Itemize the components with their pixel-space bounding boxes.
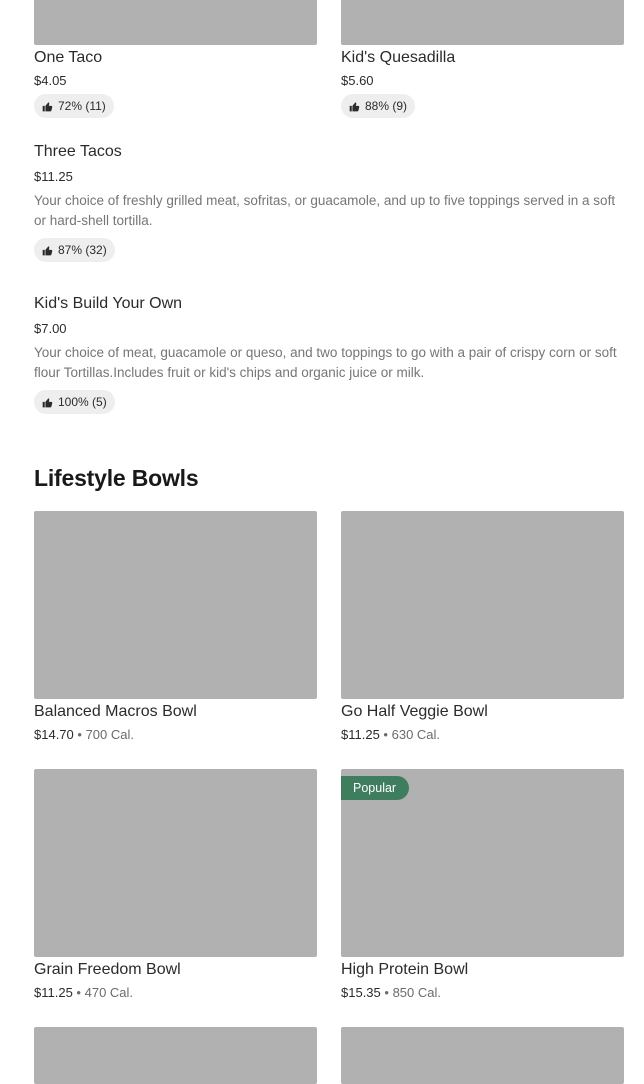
section-title: Lifestyle Bowls: [34, 465, 199, 491]
item-price: $14.70: [34, 727, 74, 742]
item-price: $5.60: [341, 73, 374, 88]
separator-dot: •: [384, 985, 389, 1000]
item-price-calories: $11.25 • 630 Cal.: [341, 727, 440, 743]
item-calories: 700 Cal.: [85, 727, 134, 742]
separator-dot: •: [76, 985, 81, 1000]
item-image-one-taco[interactable]: [34, 0, 317, 45]
item-calories: 630 Cal.: [391, 727, 441, 742]
separator-dot: •: [383, 727, 388, 742]
separator-dot: •: [77, 727, 82, 742]
item-image-go-half-veggie-bowl[interactable]: [341, 511, 624, 699]
item-calories: 470 Cal.: [84, 985, 134, 1000]
item-image-kids-quesadilla[interactable]: [341, 0, 624, 45]
rating-text: 88% (9): [365, 99, 408, 113]
rating-badge: 87% (32): [34, 238, 115, 262]
item-price: $7.00: [34, 321, 67, 336]
rating-text: 87% (32): [58, 243, 107, 257]
thumbs-up-icon: [42, 245, 53, 256]
thumbs-up-icon: [42, 101, 53, 112]
item-name[interactable]: Grain Freedom Bowl: [34, 960, 181, 980]
item-image-next-bowl-right[interactable]: [341, 1027, 624, 1084]
thumbs-up-icon: [349, 101, 360, 112]
item-price-calories: $11.25 • 470 Cal.: [34, 985, 133, 1001]
thumbs-up-icon: [42, 397, 53, 408]
item-price: $11.25: [34, 985, 73, 1000]
item-price: $11.25: [341, 727, 380, 742]
item-name[interactable]: One Taco: [34, 48, 102, 68]
item-image-next-bowl-left[interactable]: [34, 1027, 317, 1084]
item-description: Your choice of freshly grilled meat, sof…: [34, 193, 616, 228]
item-image-balanced-macros-bowl[interactable]: [34, 511, 317, 699]
rating-badge: 72% (11): [34, 94, 114, 118]
popular-badge: Popular: [341, 776, 410, 800]
item-name[interactable]: Kid's Quesadilla: [341, 48, 455, 68]
item-image-grain-freedom-bowl[interactable]: [34, 769, 317, 957]
item-name[interactable]: Three Tacos: [34, 142, 122, 162]
item-price-calories: $14.70 • 700 Cal.: [34, 727, 134, 743]
rating-badge: 100% (5): [34, 390, 115, 414]
item-name[interactable]: Go Half Veggie Bowl: [341, 702, 488, 722]
item-price: $4.05: [34, 73, 67, 88]
item-calories: 850 Cal.: [392, 985, 441, 1000]
item-price: $11.25: [34, 169, 73, 184]
item-description: Your choice of meat, guacamole or queso,…: [34, 345, 617, 380]
item-price: $15.35: [341, 985, 381, 1000]
item-name[interactable]: High Protein Bowl: [341, 960, 468, 980]
rating-text: 100% (5): [58, 395, 107, 409]
item-name[interactable]: Balanced Macros Bowl: [34, 702, 197, 722]
item-price-calories: $15.35 • 850 Cal.: [341, 985, 441, 1001]
rating-badge: 88% (9): [341, 94, 416, 118]
item-name[interactable]: Kid's Build Your Own: [34, 294, 182, 314]
rating-text: 72% (11): [58, 99, 106, 113]
